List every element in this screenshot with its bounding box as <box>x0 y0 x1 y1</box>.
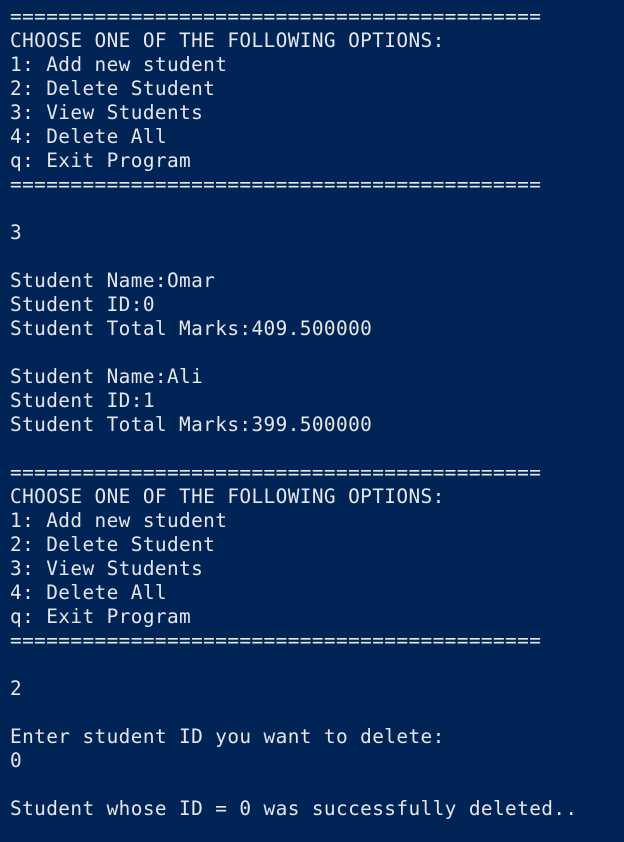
menu-option-delete-all: 4: Delete All <box>10 581 167 604</box>
menu-option-view: 3: View Students <box>10 101 204 124</box>
menu-separator: ========================================… <box>10 5 542 28</box>
delete-success-message: Student whose ID = 0 was successfully de… <box>10 797 578 820</box>
menu-option-delete-all: 4: Delete All <box>10 125 167 148</box>
menu-option-exit: q: Exit Program <box>10 605 192 628</box>
user-input-choice: 3 <box>10 221 23 244</box>
student-total-marks: Student Total Marks:409.500000 <box>10 317 373 340</box>
menu-title: CHOOSE ONE OF THE FOLLOWING OPTIONS: <box>10 485 445 508</box>
menu-separator: ========================================… <box>10 173 542 196</box>
menu-option-add: 1: Add new student <box>10 53 228 76</box>
student-id: Student ID:0 <box>10 293 155 316</box>
delete-prompt: Enter student ID you want to delete: <box>10 725 445 748</box>
menu-option-view: 3: View Students <box>10 557 204 580</box>
user-input-choice: 2 <box>10 677 23 700</box>
user-input-id: 0 <box>10 749 23 772</box>
menu-option-delete: 2: Delete Student <box>10 533 216 556</box>
menu-option-delete: 2: Delete Student <box>10 77 216 100</box>
menu-separator: ========================================… <box>10 629 542 652</box>
menu-separator: ========================================… <box>10 461 542 484</box>
terminal-output[interactable]: ========================================… <box>0 0 624 842</box>
student-name: Student Name:Ali <box>10 365 204 388</box>
student-id: Student ID:1 <box>10 389 155 412</box>
menu-option-exit: q: Exit Program <box>10 149 192 172</box>
menu-title: CHOOSE ONE OF THE FOLLOWING OPTIONS: <box>10 29 445 52</box>
student-total-marks: Student Total Marks:399.500000 <box>10 413 373 436</box>
menu-option-add: 1: Add new student <box>10 509 228 532</box>
student-name: Student Name:Omar <box>10 269 216 292</box>
